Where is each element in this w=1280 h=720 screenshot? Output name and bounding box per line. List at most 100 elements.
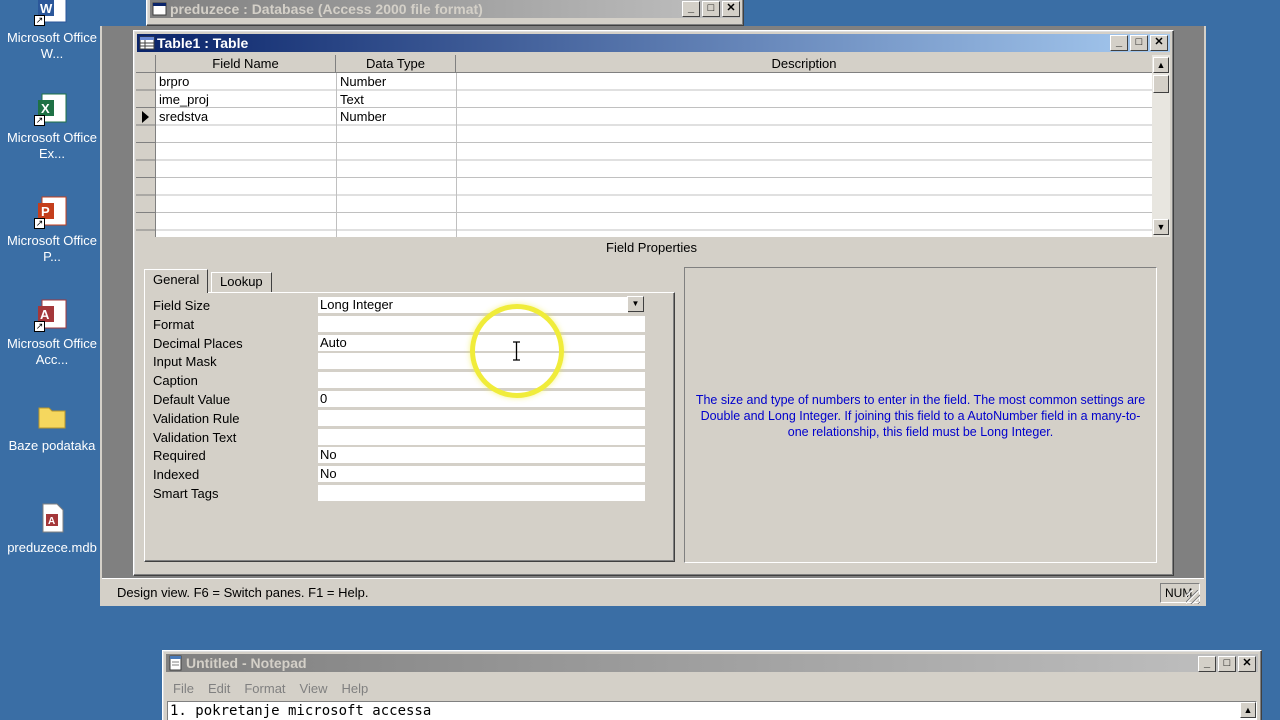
property-value-field[interactable]: No	[318, 447, 645, 464]
data-type-cell[interactable]: Text	[340, 91, 364, 108]
row-selector-column	[136, 73, 156, 237]
tab-general[interactable]: General	[144, 269, 209, 293]
close-button[interactable]: ✕	[1238, 656, 1256, 672]
status-text: Design view. F6 = Switch panes. F1 = Hel…	[117, 585, 369, 600]
row-selector-header	[136, 55, 156, 73]
tab-lookup[interactable]: Lookup	[211, 272, 272, 292]
column-header-description[interactable]: Description	[456, 55, 1152, 73]
help-pane: The size and type of numbers to enter in…	[684, 267, 1157, 563]
field-name-cell[interactable]: ime_proj	[159, 91, 209, 108]
notepad-icon	[168, 655, 184, 671]
maximize-button[interactable]: □	[1130, 35, 1148, 51]
status-bar: Design view. F6 = Switch panes. F1 = Hel…	[102, 578, 1204, 606]
current-row-arrow-icon	[142, 111, 149, 123]
menu-file[interactable]: File	[173, 681, 194, 696]
table-design-window: Table1 : Table _ □ ✕ Field Name Data Typ…	[133, 30, 1174, 576]
desktop-icon-mdb-file[interactable]: A preduzece.mdb	[2, 502, 102, 556]
maximize-button[interactable]: □	[1218, 656, 1236, 672]
table-row[interactable]: ime_proj Text	[156, 91, 1152, 109]
word-icon: W ↗	[34, 0, 68, 26]
grid-vertical-scrollbar[interactable]: ▲ ▼	[1152, 55, 1170, 237]
column-header-field-name[interactable]: Field Name	[156, 55, 336, 73]
desktop-icon-excel[interactable]: X ↗ Microsoft Office Ex...	[2, 92, 102, 162]
table-window-titlebar[interactable]: Table1 : Table	[137, 34, 1170, 52]
property-label: Default Value	[153, 392, 231, 407]
notepad-menubar: File Edit Format View Help	[173, 681, 382, 696]
property-label: Validation Rule	[153, 410, 240, 426]
property-label: Input Mask	[153, 354, 217, 370]
property-label: Decimal Places	[153, 335, 243, 351]
notepad-titlebar[interactable]: Untitled - Notepad	[166, 654, 1258, 672]
grid-header: Field Name Data Type Description	[136, 55, 1152, 73]
desktop-icon-powerpoint[interactable]: P ↗ Microsoft Office P...	[2, 195, 102, 265]
property-value-field[interactable]	[318, 428, 645, 445]
property-label: Indexed	[153, 467, 200, 483]
scroll-up-arrow-icon[interactable]: ▲	[1240, 702, 1256, 718]
property-label: Smart Tags	[153, 486, 219, 501]
notepad-text-area[interactable]: 1. pokretanje microsoft accessa ▲	[167, 701, 1257, 720]
close-button[interactable]: ✕	[722, 1, 740, 17]
minimize-button[interactable]: _	[682, 1, 700, 17]
powerpoint-icon: P ↗	[34, 195, 68, 229]
minimize-button[interactable]: _	[1110, 35, 1128, 51]
property-label: Validation Text	[153, 429, 237, 445]
property-label: Format	[153, 316, 195, 332]
desktop-icon-label: Baze podataka	[8, 438, 96, 453]
notepad-title: Untitled - Notepad	[186, 655, 307, 671]
property-value-field[interactable]	[318, 485, 645, 501]
desktop-icon-folder[interactable]: Baze podataka	[2, 400, 102, 454]
maximize-button[interactable]: □	[702, 1, 720, 17]
menu-help[interactable]: Help	[341, 681, 368, 696]
mdb-file-icon: A	[36, 502, 68, 534]
field-size-dropdown-button[interactable]: ▼	[627, 296, 644, 312]
field-name-cell[interactable]: sredstva	[159, 108, 208, 125]
database-window: preduzece : Database (Access 2000 file f…	[146, 0, 744, 26]
scroll-down-arrow-icon[interactable]: ▼	[1153, 219, 1169, 235]
access-icon: A ↗	[34, 298, 68, 332]
table-window-title: Table1 : Table	[157, 35, 249, 51]
property-value-field[interactable]: 0	[318, 391, 645, 407]
notepad-content: 1. pokretanje microsoft accessa	[170, 703, 432, 719]
scroll-up-arrow-icon[interactable]: ▲	[1153, 57, 1169, 73]
svg-text:A: A	[48, 516, 55, 527]
properties-panel	[144, 292, 675, 562]
table-row[interactable]: sredstva Number	[156, 108, 1152, 126]
data-type-cell[interactable]: Number	[340, 108, 386, 125]
notepad-window: Untitled - Notepad _ □ ✕ File Edit Forma…	[162, 650, 1262, 720]
desktop-icon-label: Microsoft Office Ex...	[6, 130, 98, 161]
folder-icon	[36, 400, 68, 432]
table-row[interactable]: brpro Number	[156, 73, 1152, 91]
property-value-field[interactable]: No	[318, 466, 645, 483]
scroll-thumb[interactable]	[1153, 75, 1169, 93]
database-window-title: preduzece : Database (Access 2000 file f…	[170, 1, 483, 17]
menu-view[interactable]: View	[300, 681, 328, 696]
property-label: Required	[153, 448, 206, 464]
desktop-icon-label: Microsoft Office W...	[6, 30, 98, 61]
field-grid: Field Name Data Type Description brpro N…	[136, 55, 1170, 237]
desktop-icon-word[interactable]: W ↗ Microsoft Office W...	[2, 0, 102, 62]
property-label: Field Size	[153, 298, 211, 313]
svg-text:W: W	[40, 1, 53, 16]
property-value-field[interactable]: Long Integer	[318, 297, 628, 313]
menu-edit[interactable]: Edit	[208, 681, 230, 696]
database-window-titlebar[interactable]: preduzece : Database (Access 2000 file f…	[150, 0, 740, 18]
minimize-button[interactable]: _	[1198, 656, 1216, 672]
desktop-icon-access[interactable]: A ↗ Microsoft Office Acc...	[2, 298, 102, 368]
menu-format[interactable]: Format	[244, 681, 285, 696]
property-value-field[interactable]	[318, 409, 645, 426]
close-button[interactable]: ✕	[1150, 35, 1168, 51]
svg-text:A: A	[40, 307, 50, 322]
svg-text:P: P	[41, 204, 50, 219]
database-icon	[152, 1, 168, 17]
field-name-cell[interactable]: brpro	[159, 73, 189, 90]
field-properties-label: Field Properties	[606, 240, 698, 255]
data-type-cell[interactable]: Number	[340, 73, 386, 90]
desktop-icon-label: Microsoft Office Acc...	[6, 336, 98, 367]
ibeam-cursor-icon	[512, 341, 521, 361]
resize-grip-icon[interactable]	[1186, 590, 1200, 604]
property-label: Caption	[153, 373, 198, 389]
excel-icon: X ↗	[34, 92, 68, 126]
svg-text:X: X	[41, 101, 50, 116]
column-header-data-type[interactable]: Data Type	[336, 55, 456, 73]
help-text: The size and type of numbers to enter in…	[695, 393, 1146, 439]
